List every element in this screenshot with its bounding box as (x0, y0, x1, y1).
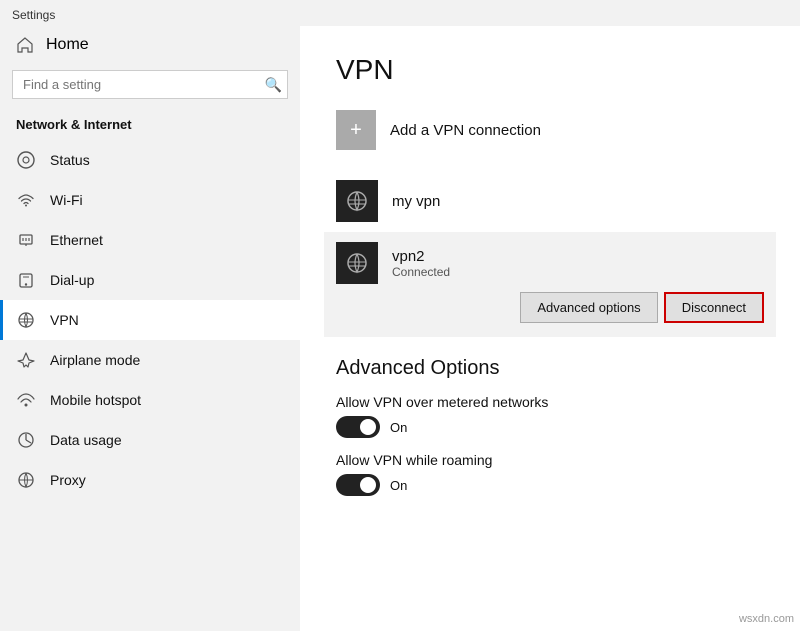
toggle-text-metered: On (390, 420, 407, 435)
sidebar: Home 🔍 Network & Internet Status (0, 26, 300, 631)
vpn-item-vpn2-container: vpn2 Connected Advanced options Disconne… (324, 232, 776, 337)
sidebar-item-hotspot[interactable]: Mobile hotspot (0, 380, 300, 420)
sidebar-item-proxy[interactable]: Proxy (0, 460, 300, 500)
wifi-icon (16, 190, 36, 210)
sidebar-item-wifi-label: Wi-Fi (50, 192, 83, 208)
sidebar-item-ethernet-label: Ethernet (50, 232, 103, 248)
main-content: VPN + Add a VPN connection my vpn (300, 26, 800, 631)
vpn-item-icon-myvpn (336, 180, 378, 222)
vpn-item-vpn2[interactable]: vpn2 Connected (336, 242, 764, 284)
page-title: VPN (336, 54, 764, 86)
sidebar-item-vpn-label: VPN (50, 312, 79, 328)
toggle-row-metered: Allow VPN over metered networks On (336, 394, 764, 438)
search-button[interactable]: 🔍 (265, 76, 282, 93)
vpn-item-status-vpn2: Connected (392, 265, 764, 279)
disconnect-button[interactable]: Disconnect (664, 292, 764, 323)
toggle-control-metered: On (336, 416, 764, 438)
ethernet-icon (16, 230, 36, 250)
search-input[interactable] (12, 70, 288, 99)
sidebar-item-airplane-label: Airplane mode (50, 352, 140, 368)
sidebar-item-airplane[interactable]: Airplane mode (0, 340, 300, 380)
sidebar-item-home[interactable]: Home (0, 26, 300, 64)
sidebar-item-vpn[interactable]: VPN (0, 300, 300, 340)
app-title: Settings (12, 8, 55, 22)
advanced-options-button[interactable]: Advanced options (520, 292, 657, 323)
dialup-icon (16, 270, 36, 290)
sidebar-item-status-label: Status (50, 152, 90, 168)
sidebar-item-ethernet[interactable]: Ethernet (0, 220, 300, 260)
sidebar-item-proxy-label: Proxy (50, 472, 86, 488)
vpn-item-info-vpn2: vpn2 Connected (392, 248, 764, 279)
toggle-row-roaming: Allow VPN while roaming On (336, 452, 764, 496)
app-body: Home 🔍 Network & Internet Status (0, 26, 800, 631)
datausage-icon (16, 430, 36, 450)
toggle-label-roaming: Allow VPN while roaming (336, 452, 764, 468)
sidebar-search-container: 🔍 (12, 70, 288, 99)
sidebar-item-hotspot-label: Mobile hotspot (50, 392, 141, 408)
status-icon (16, 150, 36, 170)
advanced-options-title: Advanced Options (336, 357, 764, 380)
toggle-metered[interactable] (336, 416, 380, 438)
vpn-item-name-vpn2: vpn2 (392, 248, 764, 265)
sidebar-item-wifi[interactable]: Wi-Fi (0, 180, 300, 220)
vpn-item-icon-vpn2 (336, 242, 378, 284)
vpn-item-info-myvpn: my vpn (392, 193, 764, 210)
vpn-item-name-myvpn: my vpn (392, 193, 764, 210)
title-bar: Settings (0, 0, 800, 26)
sidebar-home-label: Home (46, 36, 89, 54)
sidebar-item-dialup[interactable]: Dial-up (0, 260, 300, 300)
add-vpn-icon: + (336, 110, 376, 150)
toggle-control-roaming: On (336, 474, 764, 496)
toggle-roaming[interactable] (336, 474, 380, 496)
toggle-label-metered: Allow VPN over metered networks (336, 394, 764, 410)
sidebar-item-datausage-label: Data usage (50, 432, 122, 448)
vpn-item-myvpn[interactable]: my vpn (336, 170, 764, 232)
proxy-icon (16, 470, 36, 490)
sidebar-item-datausage[interactable]: Data usage (0, 420, 300, 460)
vpn-actions: Advanced options Disconnect (336, 284, 764, 327)
add-vpn-label: Add a VPN connection (390, 122, 541, 139)
sidebar-section-title: Network & Internet (0, 111, 300, 140)
watermark: wsxdn.com (739, 613, 794, 625)
sidebar-item-dialup-label: Dial-up (50, 272, 94, 288)
hotspot-icon (16, 390, 36, 410)
sidebar-item-status[interactable]: Status (0, 140, 300, 180)
add-vpn-button[interactable]: + Add a VPN connection (336, 110, 764, 150)
vpn-sidebar-icon (16, 310, 36, 330)
airplane-icon (16, 350, 36, 370)
home-icon (16, 36, 34, 54)
toggle-text-roaming: On (390, 478, 407, 493)
